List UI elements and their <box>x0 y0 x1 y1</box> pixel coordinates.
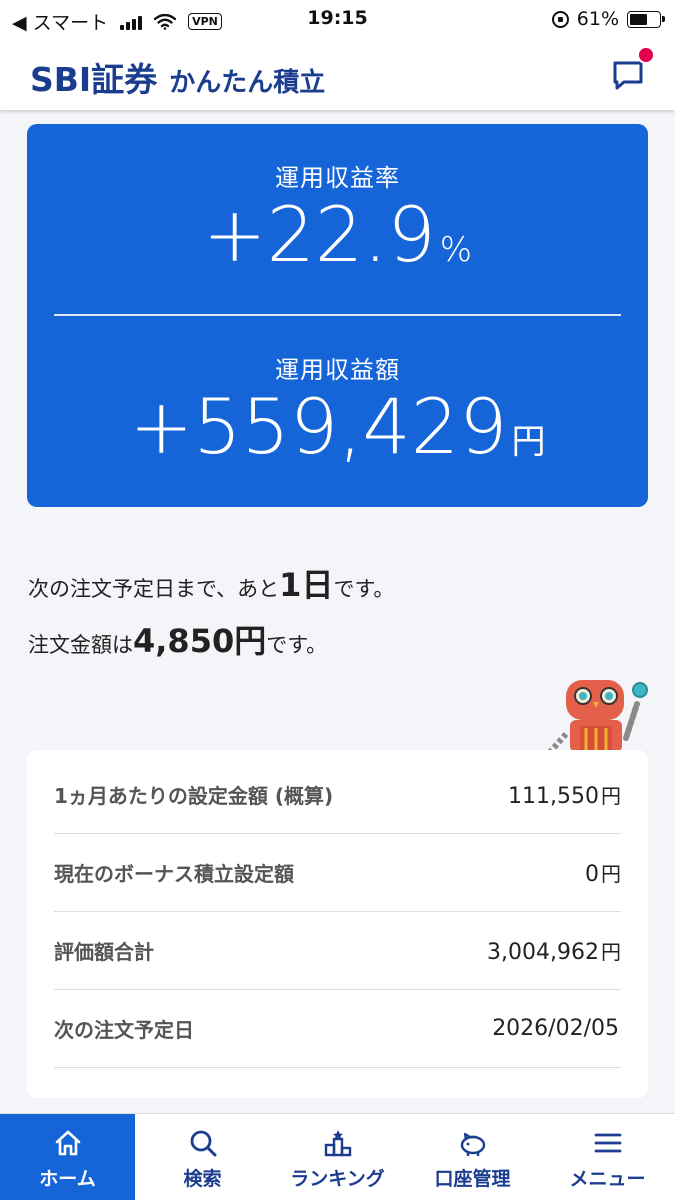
return-rate-unit: % <box>439 230 473 270</box>
order-amount-value: 4,850円 <box>133 622 267 660</box>
brand-name: SBI証券 <box>30 60 158 99</box>
product-name: かんたん積立 <box>169 68 326 98</box>
search-icon <box>190 1130 216 1157</box>
summary-number: 2026/02/05 <box>492 1016 619 1041</box>
returns-card: 運用収益率 +22.9% 運用収益額 +559,429 円 <box>27 124 648 507</box>
nav-label: ホーム <box>39 1168 96 1190</box>
battery-icon <box>627 10 665 28</box>
rotation-lock-icon <box>551 10 569 28</box>
card-divider <box>54 314 621 316</box>
piggy-bank-icon <box>460 1132 485 1156</box>
nav-search[interactable]: 検索 <box>135 1114 270 1200</box>
summary-value: 111,550 円 <box>508 780 621 809</box>
summary-number: 111,550 <box>508 784 599 809</box>
app-header: SBI証券 かんたん積立 <box>0 38 675 110</box>
summary-value: 3,004,962 円 <box>487 936 621 965</box>
home-icon <box>55 1130 80 1156</box>
summary-label: 現在のボーナス積立設定額 <box>54 862 294 886</box>
summary-row-monthly-amount: 1ヵ月あたりの設定金額 (概算) 111,550 円 <box>54 756 621 834</box>
summary-unit: 円 <box>601 862 621 886</box>
summary-number: 0 <box>585 862 599 887</box>
summary-card: 1ヵ月あたりの設定金額 (概算) 111,550 円 現在のボーナス積立設定額 0… <box>27 750 648 1098</box>
return-amount-number: +559,429 <box>129 382 508 471</box>
nav-account[interactable]: 口座管理 <box>405 1114 540 1200</box>
return-rate-value: +22.9% <box>27 190 648 279</box>
next-order-prefix: 次の注文予定日まで、あと <box>28 577 280 601</box>
status-bar: ◀ スマート VPN 19:15 61% <box>0 0 675 38</box>
order-amount-suffix: です。 <box>266 633 328 657</box>
order-amount-prefix: 注文金額は <box>28 633 133 657</box>
summary-row-total-valuation: 評価額合計 3,004,962 円 <box>54 912 621 990</box>
battery-percent: 61% <box>576 8 619 30</box>
summary-value: 2026/02/05 <box>492 1016 621 1041</box>
return-rate-label: 運用収益率 <box>275 164 400 192</box>
nav-home[interactable]: ホーム <box>0 1114 135 1200</box>
app-logo[interactable]: SBI証券 かんたん積立 <box>30 53 325 101</box>
next-order-countdown: 次の注文予定日まで、あと1日です。 <box>28 560 394 606</box>
summary-row-next-order-date: 次の注文予定日 2026/02/05 <box>54 990 621 1068</box>
nav-menu[interactable]: メニュー <box>540 1114 675 1200</box>
nav-label: ランキング <box>290 1168 385 1190</box>
return-amount-label: 運用収益額 <box>275 356 400 384</box>
return-amount-value: +559,429 円 <box>27 382 648 471</box>
bottom-nav: ホーム 検索 ランキング 口座管理 メニュー <box>0 1113 675 1200</box>
nav-label: 口座管理 <box>434 1168 511 1190</box>
menu-icon <box>594 1133 621 1153</box>
next-order-suffix: です。 <box>333 577 395 601</box>
summary-label: 1ヵ月あたりの設定金額 (概算) <box>54 784 334 808</box>
robot-mascot-icon <box>547 680 648 752</box>
nav-label: 検索 <box>183 1168 222 1190</box>
summary-row-bonus-amount: 現在のボーナス積立設定額 0円 <box>54 834 621 912</box>
return-amount-unit: 円 <box>511 422 546 462</box>
summary-unit: 円 <box>601 784 621 808</box>
nav-label: メニュー <box>569 1168 646 1190</box>
summary-label: 評価額合計 <box>54 940 154 964</box>
summary-unit: 円 <box>601 940 621 964</box>
next-order-days: 1日 <box>279 566 334 604</box>
podium-icon <box>324 1130 351 1157</box>
nav-ranking[interactable]: ランキング <box>270 1114 405 1200</box>
summary-value: 0円 <box>585 858 621 887</box>
summary-number: 3,004,962 <box>487 940 599 965</box>
summary-label: 次の注文予定日 <box>54 1018 194 1042</box>
return-rate-number: +22.9 <box>202 190 436 279</box>
order-amount-text: 注文金額は4,850円です。 <box>28 616 327 662</box>
notification-dot <box>637 46 655 64</box>
